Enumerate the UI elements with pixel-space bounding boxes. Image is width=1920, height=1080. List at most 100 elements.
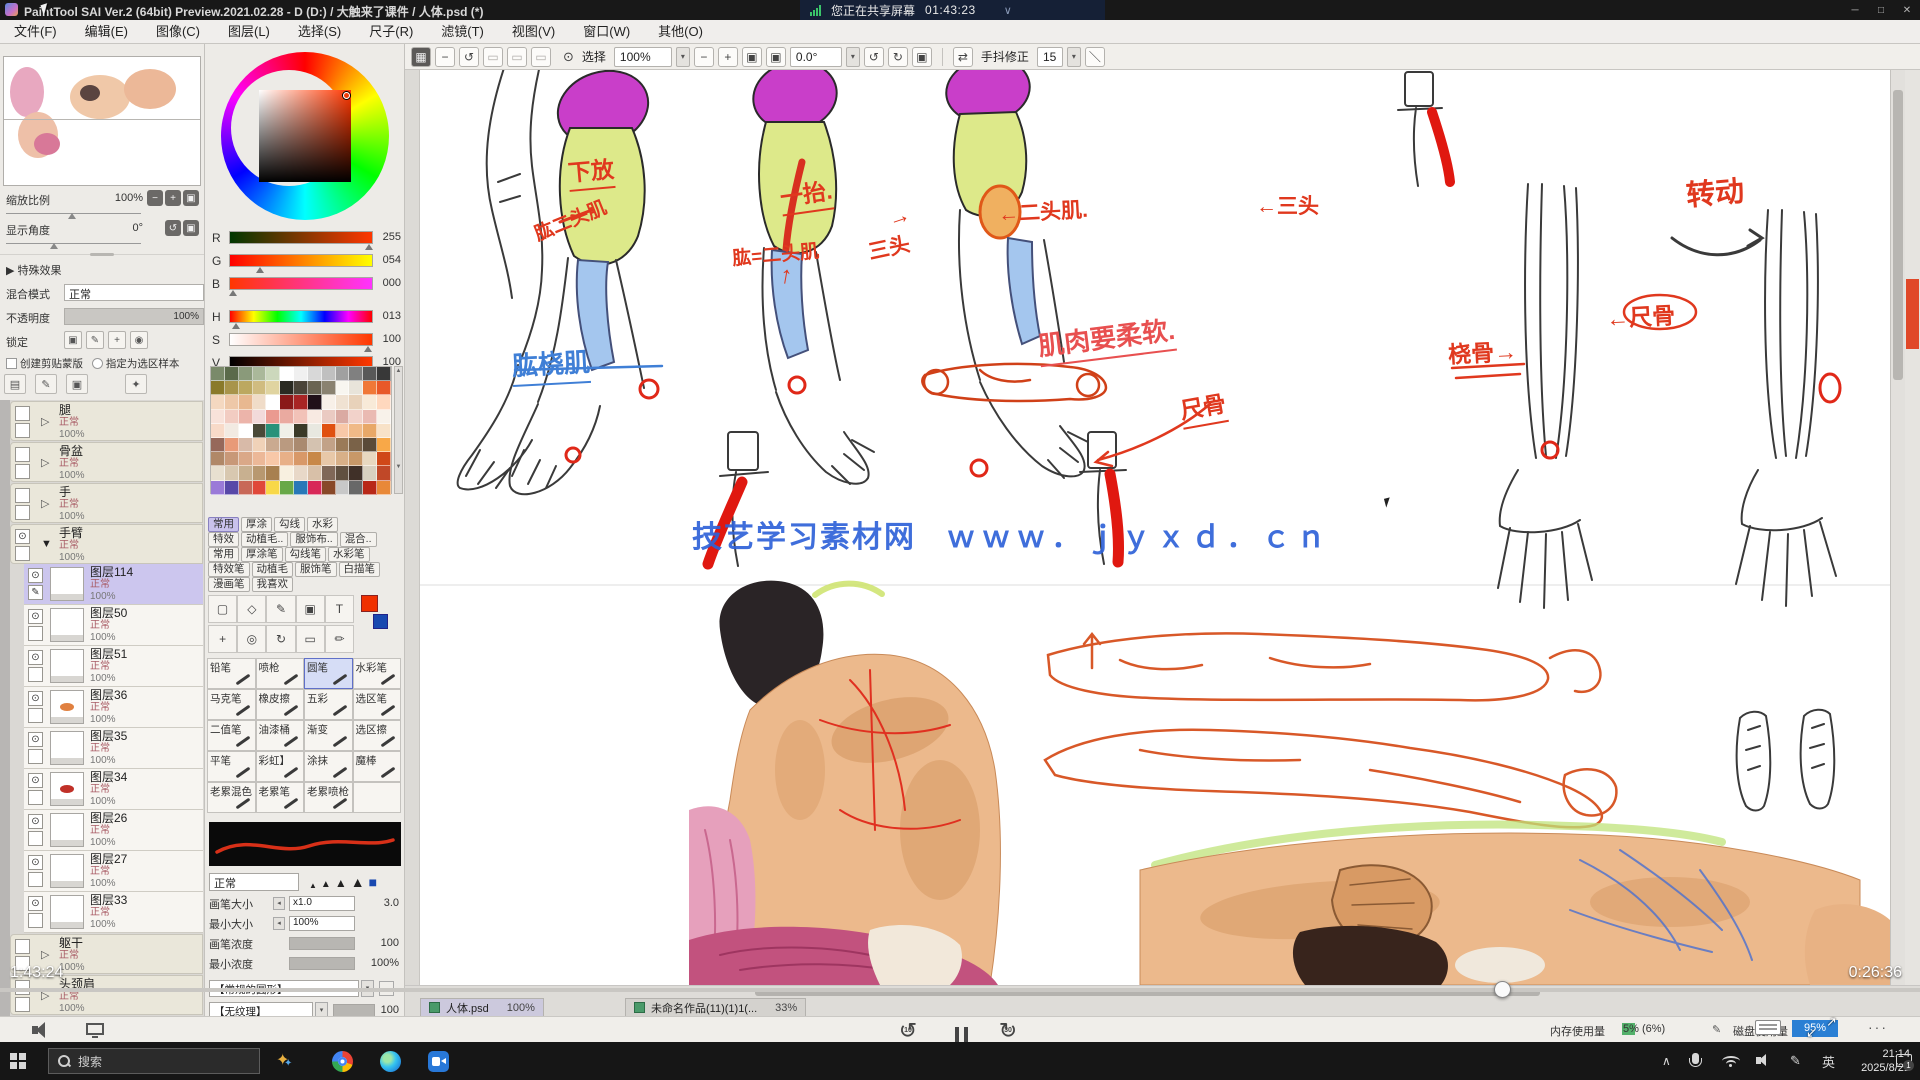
- history-button[interactable]: ▭: [531, 47, 551, 67]
- brush-渐变[interactable]: 渐变: [304, 720, 353, 751]
- zoom-in-button[interactable]: +: [718, 47, 738, 67]
- swatch[interactable]: [349, 438, 363, 452]
- swatch[interactable]: [225, 367, 239, 381]
- blend-mode-select[interactable]: 正常: [64, 284, 204, 301]
- swatch[interactable]: [322, 452, 336, 466]
- file-tab-未命名作品(11)(1)1(...[interactable]: 未命名作品(11)(1)1(...33%: [625, 998, 806, 1016]
- shape-preset-selected-icon[interactable]: ■: [369, 874, 377, 890]
- rotate-cw-button[interactable]: ↻: [888, 47, 908, 67]
- brush-选区笔[interactable]: 选区笔: [353, 689, 402, 720]
- swatch[interactable]: [336, 395, 350, 409]
- ime-indicator[interactable]: 英: [1822, 1042, 1835, 1080]
- forward-30-button[interactable]: ↻30: [995, 1018, 1021, 1042]
- swatch[interactable]: [322, 410, 336, 424]
- effects-expander[interactable]: ▶: [6, 265, 18, 277]
- brush-tab-水彩[interactable]: 水彩: [307, 517, 338, 532]
- swatch[interactable]: [322, 367, 336, 381]
- swatch[interactable]: [322, 481, 336, 495]
- layer-visibility-toggle[interactable]: ⊙: [28, 896, 43, 911]
- brush-tab-常用[interactable]: 常用: [208, 517, 239, 532]
- layer-row-图层36[interactable]: ⊙图层36正常100%: [24, 687, 203, 728]
- text-tool[interactable]: T: [325, 595, 354, 623]
- swatch[interactable]: [280, 466, 294, 480]
- screen-mode-icon[interactable]: [86, 1023, 104, 1035]
- menu-item-8[interactable]: 视图(V): [498, 20, 569, 44]
- min-size-field[interactable]: 100%: [289, 916, 355, 931]
- swatch[interactable]: [336, 452, 350, 466]
- wifi-icon[interactable]: [1722, 1056, 1740, 1066]
- layer-visibility-toggle[interactable]: ⊙: [28, 732, 43, 747]
- swatch[interactable]: [294, 481, 308, 495]
- swatch[interactable]: [294, 424, 308, 438]
- swatch[interactable]: [377, 367, 391, 381]
- swatch[interactable]: [280, 381, 294, 395]
- swatch[interactable]: [336, 424, 350, 438]
- swatch[interactable]: [225, 395, 239, 409]
- new-layer-button[interactable]: ▤: [4, 374, 26, 394]
- menu-item-1[interactable]: 文件(F): [0, 20, 71, 44]
- swatch-grid[interactable]: [210, 366, 392, 494]
- layer-visibility-toggle[interactable]: ⊙: [28, 855, 43, 870]
- layer-secondary-toggle[interactable]: [28, 626, 43, 641]
- menu-item-2[interactable]: 编辑(E): [71, 20, 142, 44]
- layer-row-骨盆[interactable]: ▷骨盆正常100%: [10, 442, 203, 482]
- swatch[interactable]: [336, 410, 350, 424]
- swatch[interactable]: [211, 410, 225, 424]
- layer-visibility-toggle[interactable]: [15, 488, 30, 503]
- swatch[interactable]: [308, 424, 322, 438]
- zoom-out-button[interactable]: −: [694, 47, 714, 67]
- swatch[interactable]: [377, 438, 391, 452]
- layer-row-图层27[interactable]: ⊙图层27正常100%: [24, 851, 203, 892]
- min-density-slider[interactable]: [289, 957, 355, 970]
- lock-position-icon[interactable]: +: [108, 331, 126, 349]
- brush-老累笔[interactable]: 老累笔: [256, 782, 305, 813]
- zoom-dropdown[interactable]: ▾: [676, 47, 690, 67]
- brush-彩虹】[interactable]: 彩虹】: [256, 751, 305, 782]
- layer-secondary-toggle[interactable]: [15, 505, 30, 520]
- swatch[interactable]: [211, 381, 225, 395]
- chevron-down-icon[interactable]: ∨: [1004, 4, 1012, 17]
- brush-tab-混合..[interactable]: 混合..: [340, 532, 377, 547]
- new-sketch-layer-button[interactable]: ✎: [35, 374, 57, 394]
- swatch[interactable]: [211, 452, 225, 466]
- sparkle-icon[interactable]: ✦✦: [276, 1050, 289, 1070]
- swatch[interactable]: [322, 438, 336, 452]
- brush-size-step-button[interactable]: ◂: [273, 897, 285, 910]
- swatch[interactable]: [377, 381, 391, 395]
- navigator-zoom-slider[interactable]: [6, 208, 141, 214]
- brush-tab-特效笔[interactable]: 特效笔: [208, 562, 250, 577]
- layer-visibility-toggle[interactable]: ⊙: [28, 568, 43, 583]
- background-color-chip[interactable]: [373, 614, 388, 629]
- swatch[interactable]: [349, 367, 363, 381]
- effects-label[interactable]: 特殊效果: [18, 265, 62, 277]
- brush-tab-动植毛..[interactable]: 动植毛..: [241, 532, 288, 547]
- swatch[interactable]: [253, 438, 267, 452]
- microphone-icon[interactable]: [1692, 1053, 1699, 1064]
- layer-visibility-toggle[interactable]: ⊙: [28, 773, 43, 788]
- layer-secondary-toggle[interactable]: [28, 913, 43, 928]
- swatch[interactable]: [308, 481, 322, 495]
- brush-density-slider[interactable]: [289, 937, 355, 950]
- rotate-reset-button[interactable]: ▣: [912, 47, 932, 67]
- close-button[interactable]: ✕: [1894, 0, 1920, 20]
- taskbar-search-box[interactable]: 搜索: [48, 1048, 260, 1074]
- brush-选区擦[interactable]: 选区擦: [353, 720, 402, 751]
- layer-row-图层34[interactable]: ⊙图层34正常100%: [24, 769, 203, 810]
- layer-secondary-toggle[interactable]: [15, 546, 30, 561]
- swatch[interactable]: [253, 410, 267, 424]
- brush-二值笔[interactable]: 二值笔: [207, 720, 256, 751]
- brush-tab-服饰笔[interactable]: 服饰笔: [295, 562, 337, 577]
- swatch[interactable]: [322, 381, 336, 395]
- new-folder-button[interactable]: ▣: [66, 374, 88, 394]
- brush-tab-水彩笔[interactable]: 水彩笔: [328, 547, 370, 562]
- swatch[interactable]: [377, 424, 391, 438]
- min-size-step-button[interactable]: ◂: [273, 917, 285, 930]
- swatch[interactable]: [336, 381, 350, 395]
- swatch[interactable]: [322, 395, 336, 409]
- brush-马克笔[interactable]: 马克笔: [207, 689, 256, 720]
- meeting-app-icon[interactable]: [428, 1051, 449, 1072]
- brush-铅笔[interactable]: 铅笔: [207, 658, 256, 689]
- nav-zoom-reset-button[interactable]: ▣: [183, 190, 199, 206]
- layer-group-expander[interactable]: ▼: [41, 538, 52, 550]
- swatch[interactable]: [377, 410, 391, 424]
